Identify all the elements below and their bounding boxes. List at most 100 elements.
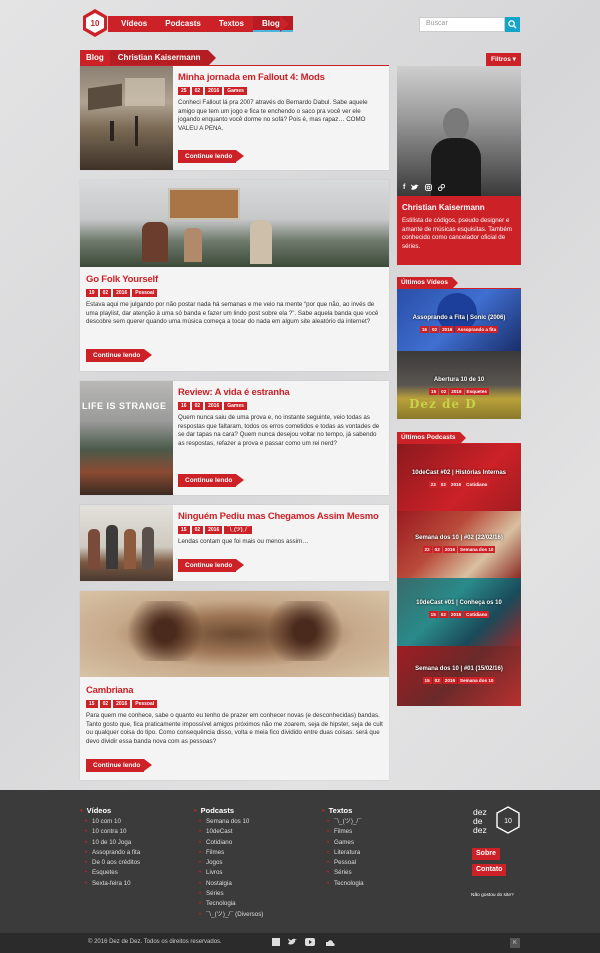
- nav-textos[interactable]: Textos: [210, 16, 253, 32]
- post-meta: 16 02 2016 Games: [178, 402, 384, 410]
- footer-heading[interactable]: Vídeos: [80, 806, 140, 815]
- post-month: 02: [191, 87, 204, 95]
- footer-link[interactable]: 10 contra 10: [80, 827, 140, 838]
- filter-button[interactable]: Filtros ▾: [486, 53, 521, 66]
- post-year: 2016: [113, 700, 131, 708]
- footer-link[interactable]: 10deCast: [194, 827, 263, 838]
- twitter-icon[interactable]: [411, 184, 420, 191]
- post-meta: 15 02 2016 Pessoal: [86, 700, 384, 708]
- podcast-meta: 15 02 2016 Semana dos 10: [422, 677, 496, 684]
- facebook-icon[interactable]: f: [403, 184, 405, 191]
- footer-heading[interactable]: Podcasts: [194, 806, 263, 815]
- podcast-title[interactable]: Semana dos 10 | #01 (15/02/16): [397, 666, 521, 672]
- podcast-item[interactable]: Semana dos 10 | #01 (15/02/16) 15 02 201…: [397, 646, 521, 706]
- footer-link[interactable]: ¯\_(ツ)_/¯: [322, 817, 364, 828]
- post-image[interactable]: [80, 180, 389, 267]
- footer-heading[interactable]: Textos: [322, 806, 364, 815]
- footer-link[interactable]: Séries: [194, 889, 263, 900]
- footer-link[interactable]: Filmes: [194, 848, 263, 859]
- post-title[interactable]: Review: A vida é estranha: [178, 387, 384, 398]
- post-card: Cambriana 15 02 2016 Pessoal Para quem m…: [80, 591, 389, 780]
- footer-link[interactable]: Jogos: [194, 858, 263, 869]
- post-category[interactable]: Pessoal: [132, 700, 158, 708]
- footer-link[interactable]: Games: [322, 838, 364, 849]
- post-image[interactable]: LIFE IS STRANGE: [80, 381, 173, 495]
- footer-link[interactable]: Tecnologia: [322, 879, 364, 890]
- podcast-title[interactable]: Semana dos 10 | #02 (22/02/16): [397, 535, 521, 541]
- video-category[interactable]: Assoprando a fita: [455, 326, 499, 333]
- video-item[interactable]: Assoprando a Fita | Sonic (2006) 16 02 2…: [397, 289, 521, 351]
- footer-link[interactable]: ¯\_(ツ)_/¯ (Diversos): [194, 910, 263, 921]
- post-card: Ninguém Pediu mas Chegamos Assim Mesmo 1…: [80, 505, 389, 581]
- footer-link[interactable]: Literatura: [322, 848, 364, 859]
- search-input[interactable]: Buscar: [419, 17, 505, 32]
- nav-podcasts[interactable]: Podcasts: [156, 16, 210, 32]
- post-title[interactable]: Ninguém Pediu mas Chegamos Assim Mesmo: [178, 511, 384, 522]
- footer-link[interactable]: 10 de 10 Joga: [80, 838, 140, 849]
- profile-photo[interactable]: f: [397, 66, 521, 196]
- post-month: 02: [191, 402, 204, 410]
- footer-link[interactable]: Livros: [194, 868, 263, 879]
- k-badge[interactable]: K: [510, 938, 520, 948]
- post-year: 2016: [205, 402, 223, 410]
- footer-link[interactable]: Séries: [322, 868, 364, 879]
- podcast-category[interactable]: Semana dos 10: [458, 677, 496, 684]
- nav-videos[interactable]: Vídeos: [112, 16, 156, 32]
- video-item[interactable]: Abertura 10 de 10 15 02 2016 Esquetes De…: [397, 351, 521, 419]
- continue-reading-button[interactable]: Continue lendo: [86, 349, 152, 362]
- post-title[interactable]: Go Folk Yourself: [86, 274, 384, 285]
- continue-reading-button[interactable]: Continue lendo: [178, 559, 244, 572]
- footer-link[interactable]: Pessoal: [322, 858, 364, 869]
- footer-link[interactable]: Tecnologia: [194, 899, 263, 910]
- post-category[interactable]: Games: [224, 402, 247, 410]
- video-category[interactable]: Esquetes: [464, 388, 489, 395]
- podcast-title[interactable]: 10deCast #02 | Histórias Internas: [397, 470, 521, 476]
- twitter-icon[interactable]: [288, 938, 297, 946]
- footer-link[interactable]: Semana dos 10: [194, 817, 263, 828]
- instagram-icon[interactable]: [425, 184, 433, 191]
- continue-reading-button[interactable]: Continue lendo: [178, 474, 244, 487]
- footer-link[interactable]: Assoprando a fita: [80, 848, 140, 859]
- footer-link[interactable]: Esquetes: [80, 868, 140, 879]
- blog-label[interactable]: Blog: [80, 50, 110, 66]
- footer-tagline[interactable]: Não gostou do site?: [471, 893, 514, 898]
- footer-link[interactable]: Filmes: [322, 827, 364, 838]
- link-icon[interactable]: [438, 184, 446, 191]
- post-image[interactable]: [80, 66, 173, 170]
- video-title[interactable]: Assoprando a Fita | Sonic (2006): [397, 315, 521, 321]
- contact-button[interactable]: Contato: [472, 864, 507, 876]
- post-category[interactable]: Pessoal: [132, 289, 158, 297]
- podcast-item[interactable]: Semana dos 10 | #02 (22/02/16) 22 02 201…: [397, 511, 521, 578]
- facebook-icon[interactable]: [272, 938, 280, 946]
- podcast-category[interactable]: Semana dos 10: [458, 546, 496, 553]
- about-button[interactable]: Sobre: [472, 848, 500, 860]
- youtube-icon[interactable]: [305, 938, 315, 946]
- post-meta: 15 02 2016 ¯\_(ツ)_/¯: [178, 526, 384, 534]
- podcast-item[interactable]: 10deCast #02 | Histórias Internas 23 02 …: [397, 444, 521, 511]
- post-image[interactable]: [80, 591, 389, 677]
- search-button[interactable]: [505, 17, 520, 32]
- post-image[interactable]: [80, 505, 173, 581]
- podcast-item[interactable]: 10deCast #01 | Conheça os 10 15 02 2016 …: [397, 578, 521, 646]
- footer-link[interactable]: 10 com 10: [80, 817, 140, 828]
- continue-reading-button[interactable]: Continue lendo: [86, 759, 152, 772]
- profile-name[interactable]: Christian Kaisermann: [402, 203, 485, 212]
- soundcloud-icon[interactable]: [323, 939, 335, 946]
- profile-card: f Christian Kaisermann Estilista de códi…: [397, 66, 521, 265]
- podcast-category[interactable]: Cotidiano: [464, 481, 490, 488]
- footer-link[interactable]: De 0 aos créditos: [80, 858, 140, 869]
- post-category[interactable]: Games: [224, 87, 247, 95]
- video-title[interactable]: Abertura 10 de 10: [397, 377, 521, 383]
- footer-podcasts: Podcasts Semana dos 1010deCastCotidianoF…: [194, 806, 263, 920]
- post-category[interactable]: ¯\_(ツ)_/¯: [224, 526, 253, 534]
- footer-link[interactable]: Sexta-feira 10: [80, 879, 140, 890]
- footer-link[interactable]: Nostalgia: [194, 879, 263, 890]
- podcast-category[interactable]: Cotidiano: [464, 611, 490, 618]
- blog-author[interactable]: Christian Kaisermann: [109, 50, 209, 66]
- footer-link[interactable]: Cotidiano: [194, 838, 263, 849]
- podcast-title[interactable]: 10deCast #01 | Conheça os 10: [397, 600, 521, 606]
- site-logo[interactable]: 10: [82, 8, 108, 38]
- continue-reading-button[interactable]: Continue lendo: [178, 150, 244, 163]
- post-title[interactable]: Cambriana: [86, 685, 384, 696]
- post-title[interactable]: Minha jornada em Fallout 4: Mods: [178, 72, 384, 83]
